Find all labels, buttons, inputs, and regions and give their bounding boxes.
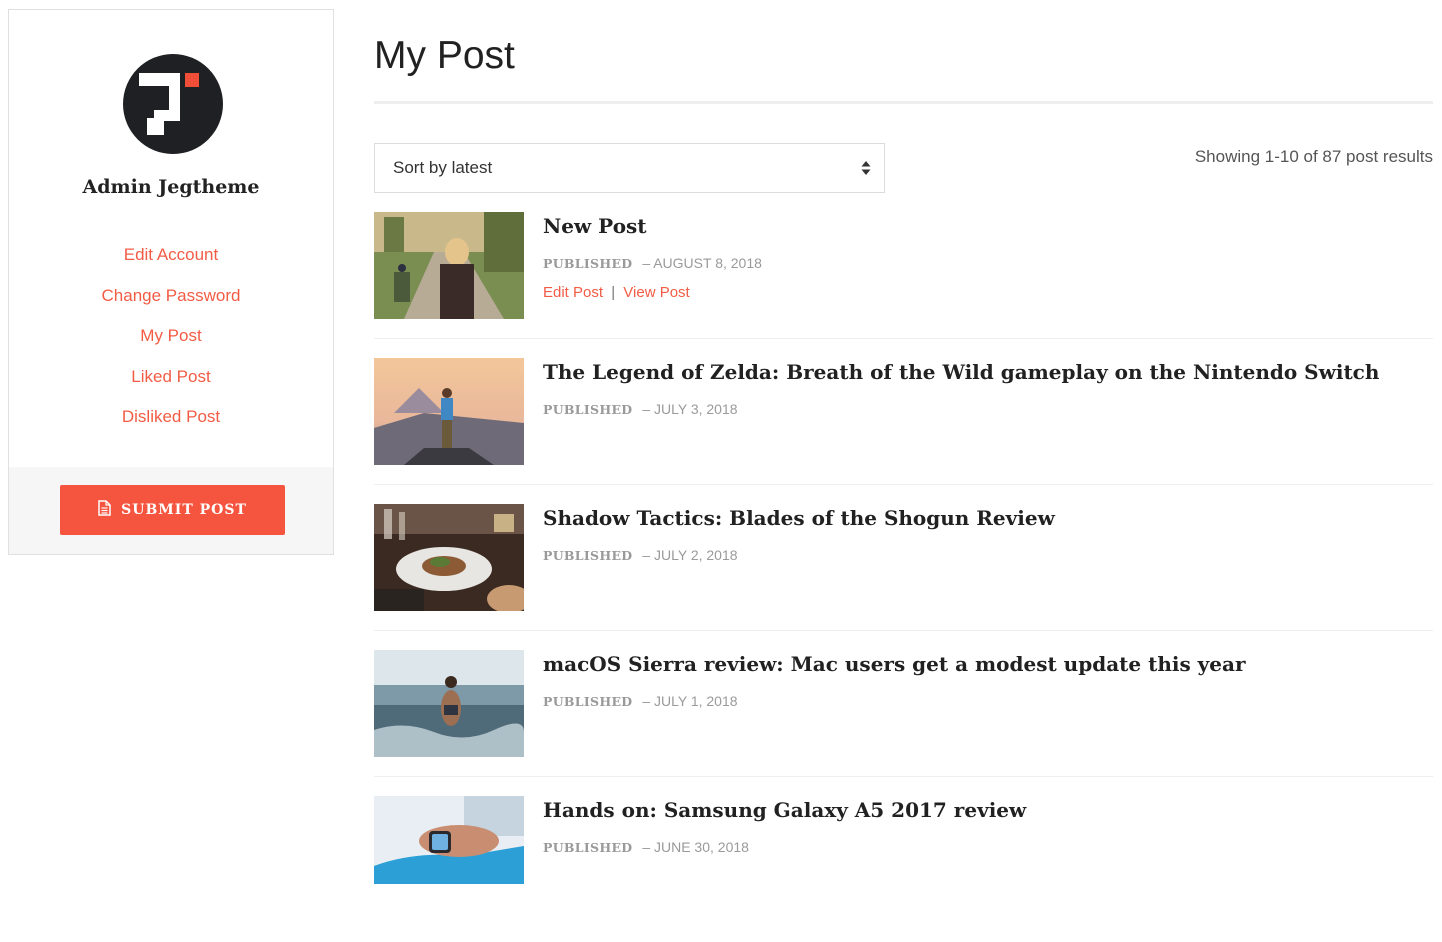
user-name: Admin Jegtheme [82, 176, 260, 198]
post-list: New Post PUBLISHED – AUGUST 8, 2018 Edit… [374, 212, 1433, 942]
post-meta: PUBLISHED – AUGUST 8, 2018 [543, 255, 762, 271]
post-thumbnail[interactable] [374, 358, 524, 465]
document-icon [98, 499, 111, 521]
nav-liked-post[interactable]: Liked Post [9, 364, 333, 405]
page-title: My Post [374, 34, 515, 77]
post-date: – JULY 1, 2018 [642, 693, 738, 709]
post-status: PUBLISHED [543, 840, 633, 855]
actions-separator: | [611, 284, 616, 301]
nav-change-password[interactable]: Change Password [9, 283, 333, 324]
post-status: PUBLISHED [543, 694, 633, 709]
post-divider [374, 484, 1433, 485]
post-divider [374, 338, 1433, 339]
account-sidebar: Admin Jegtheme Edit Account Change Passw… [8, 9, 334, 555]
post-divider [374, 776, 1433, 777]
title-divider [374, 101, 1433, 104]
post-title[interactable]: Hands on: Samsung Galaxy A5 2017 review [543, 798, 1026, 822]
post-divider [374, 630, 1433, 631]
post-item: macOS Sierra review: Mac users get a mod… [374, 650, 1433, 796]
post-date: – JUNE 30, 2018 [642, 839, 749, 855]
post-date: – JULY 3, 2018 [642, 401, 738, 417]
submit-post-label: SUBMIT POST [121, 502, 247, 518]
edit-post-link[interactable]: Edit Post [543, 284, 603, 301]
view-post-link[interactable]: View Post [623, 284, 689, 301]
post-actions: Edit Post | View Post [543, 284, 690, 301]
post-title[interactable]: macOS Sierra review: Mac users get a mod… [543, 652, 1246, 676]
post-status: PUBLISHED [543, 548, 633, 563]
post-item: New Post PUBLISHED – AUGUST 8, 2018 Edit… [374, 212, 1433, 358]
post-meta: PUBLISHED – JUNE 30, 2018 [543, 839, 749, 855]
post-thumbnail[interactable] [374, 212, 524, 319]
post-title[interactable]: The Legend of Zelda: Breath of the Wild … [543, 360, 1379, 384]
post-item: The Legend of Zelda: Breath of the Wild … [374, 358, 1433, 504]
post-item: Shadow Tactics: Blades of the Shogun Rev… [374, 504, 1433, 650]
results-count: Showing 1-10 of 87 post results [1194, 147, 1433, 166]
sort-select-value: Sort by latest [393, 158, 493, 177]
submit-post-button[interactable]: SUBMIT POST [60, 485, 285, 535]
post-thumbnail[interactable] [374, 650, 524, 757]
post-status: PUBLISHED [543, 256, 633, 271]
sort-arrows-icon [861, 160, 871, 176]
sort-select[interactable]: Sort by latest [374, 143, 885, 193]
post-thumbnail[interactable] [374, 504, 524, 611]
post-title[interactable]: Shadow Tactics: Blades of the Shogun Rev… [543, 506, 1055, 530]
sidebar-footer: SUBMIT POST [9, 467, 333, 554]
avatar [123, 54, 223, 154]
post-item: Hands on: Samsung Galaxy A5 2017 review … [374, 796, 1433, 942]
post-thumbnail[interactable] [374, 796, 524, 884]
post-date: – AUGUST 8, 2018 [642, 255, 762, 271]
post-meta: PUBLISHED – JULY 2, 2018 [543, 547, 738, 563]
post-status: PUBLISHED [543, 402, 633, 417]
post-date: – JULY 2, 2018 [642, 547, 738, 563]
post-meta: PUBLISHED – JULY 1, 2018 [543, 693, 738, 709]
nav-disliked-post[interactable]: Disliked Post [9, 404, 333, 445]
post-meta: PUBLISHED – JULY 3, 2018 [543, 401, 738, 417]
post-title[interactable]: New Post [543, 214, 647, 238]
nav-my-post[interactable]: My Post [9, 323, 333, 364]
nav-edit-account[interactable]: Edit Account [9, 242, 333, 283]
account-nav: Edit Account Change Password My Post Lik… [9, 242, 333, 445]
